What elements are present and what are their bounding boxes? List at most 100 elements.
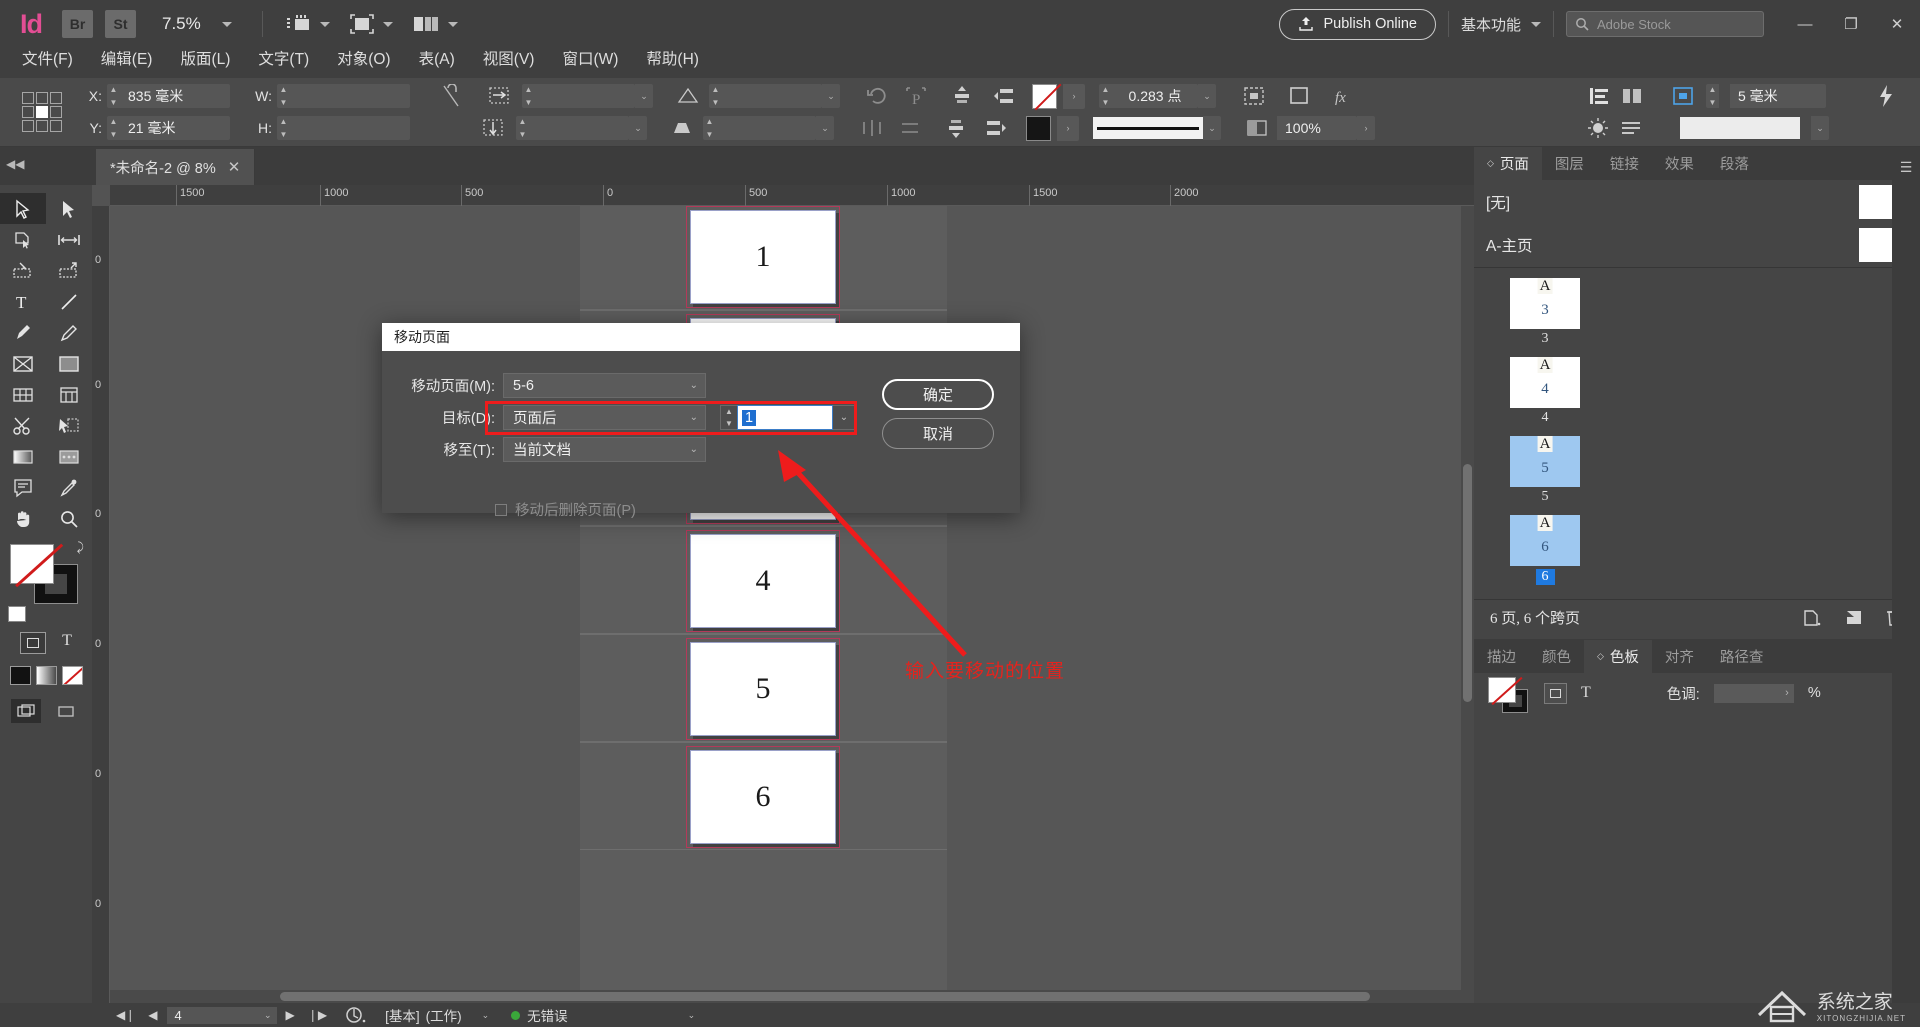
stock-button[interactable]: St (105, 10, 136, 38)
panel-strip-menu-icon[interactable]: ☰ (1892, 159, 1920, 176)
apply-gradient-icon[interactable] (36, 666, 57, 685)
flip-vertical-icon[interactable] (860, 116, 884, 140)
align-center-text-icon[interactable] (1621, 85, 1643, 107)
collapse-panel-icon[interactable]: ◀◀ (6, 157, 24, 171)
text-wrap-icon[interactable] (1242, 85, 1266, 107)
page-item-6[interactable]: A 6 6 (1510, 515, 1580, 585)
delete-after-move-row[interactable]: 移动后删除页面(P) (495, 499, 636, 520)
move-pages-select[interactable]: 5-6 ⌄ (503, 373, 706, 398)
swap-fill-stroke-icon[interactable]: ⤸ (77, 540, 84, 555)
chevron-down-icon[interactable] (448, 22, 458, 27)
page-thumbnail[interactable]: A 6 (1510, 515, 1580, 566)
master-item-none[interactable]: [无] (1474, 180, 1920, 223)
selection-tool[interactable] (0, 193, 46, 224)
swatches-fill-stroke[interactable] (1488, 677, 1530, 709)
tab-paragraph[interactable]: 段落 (1707, 147, 1762, 180)
swatches-fill-swatch[interactable] (1488, 677, 1516, 703)
menu-window[interactable]: 窗口(W) (548, 41, 632, 78)
scale-y-stepper[interactable]: ▲▼ (516, 116, 529, 140)
workspace-switcher[interactable]: 基本功能 (1461, 14, 1541, 35)
page-item-5[interactable]: A 5 5 (1510, 436, 1580, 505)
canvas-page[interactable]: 6 (690, 750, 836, 844)
menu-type[interactable]: 文字(T) (244, 41, 323, 78)
destination-number-input[interactable]: 1 (737, 405, 833, 430)
normal-mode-icon[interactable] (11, 699, 41, 723)
canvas-horizontal-scrollbar[interactable] (110, 990, 1474, 1003)
content-placer-tool[interactable] (46, 255, 92, 286)
stroke-weight-dropdown-icon[interactable]: ⌄ (1198, 84, 1216, 108)
stroke-weight-stepper[interactable]: ▲▼ (1099, 84, 1112, 108)
corner-stepper[interactable]: ▲▼ (1706, 84, 1719, 108)
gap-tool[interactable] (46, 224, 92, 255)
destination-select[interactable]: 页面后 ⌄ (503, 405, 706, 430)
chevron-down-icon[interactable] (383, 22, 393, 27)
destination-number-dropdown-icon[interactable]: ⌄ (833, 405, 856, 430)
menu-help[interactable]: 帮助(H) (632, 41, 713, 78)
tint-input[interactable]: › (1714, 684, 1794, 703)
page-item-4[interactable]: A 4 4 (1510, 357, 1580, 426)
distribute-icon[interactable] (990, 84, 1016, 108)
scale-x-icon[interactable] (488, 85, 512, 107)
next-page-icon[interactable]: ▶ (286, 1008, 295, 1022)
chevron-down-icon[interactable] (320, 22, 330, 27)
stroke-weight-field[interactable]: 0.283 点 (1112, 84, 1198, 108)
page-tool[interactable] (0, 224, 46, 255)
page-thumbnail[interactable]: A 5 (1510, 436, 1580, 487)
align-top-icon[interactable] (950, 84, 974, 108)
page-item-3[interactable]: A 3 3 (1510, 278, 1580, 347)
corner-options-icon[interactable] (1671, 85, 1695, 107)
chevron-down-icon[interactable]: ⌄ (264, 1010, 272, 1021)
destination-number-stepper[interactable]: ▲▼ (720, 405, 737, 430)
close-icon[interactable]: ✕ (228, 158, 241, 176)
tab-swatches[interactable]: ◇ 色板 (1584, 640, 1652, 673)
gradient-swatch-tool[interactable] (0, 441, 46, 472)
line-tool[interactable] (46, 286, 92, 317)
create-spread-icon[interactable] (1844, 609, 1864, 627)
shear-dropdown-icon[interactable]: ⌄ (816, 116, 834, 140)
scissors-tool[interactable] (0, 410, 46, 441)
opacity-dropdown-icon[interactable]: › (1357, 116, 1375, 140)
fill-stroke-controls[interactable]: ⤸ (10, 544, 82, 606)
tab-color[interactable]: 颜色 (1529, 640, 1584, 673)
vertical-ruler[interactable]: 0 0 0 0 0 0 (92, 206, 110, 1003)
zoom-tool[interactable] (46, 503, 92, 534)
eyedropper-tool[interactable] (46, 472, 92, 503)
y-stepper[interactable]: ▲▼ (107, 116, 120, 140)
stroke-dropdown-icon[interactable]: › (1057, 116, 1079, 141)
page-thumbnail[interactable]: A 3 (1510, 278, 1580, 329)
align-left-text-icon[interactable] (1588, 85, 1610, 107)
collapsed-panel-strip[interactable]: ☰ (1892, 147, 1920, 1003)
gradient-dropdown-icon[interactable]: ⌄ (1811, 116, 1829, 140)
zoom-level-value[interactable]: 7.5% (162, 14, 216, 34)
pen-tool[interactable] (0, 317, 46, 348)
stock-search-input[interactable]: Adobe Stock (1566, 11, 1764, 37)
page-nav-controls[interactable]: ◀❘ ◀ (116, 1008, 158, 1022)
menu-layout[interactable]: 版面(L) (166, 41, 244, 78)
chevron-down-icon[interactable]: ⌄ (688, 1010, 696, 1021)
apply-to-container-icon[interactable] (1544, 683, 1567, 704)
document-tab[interactable]: *未命名-2 @ 8% ✕ (96, 149, 255, 185)
delete-after-move-checkbox[interactable] (495, 504, 507, 516)
chevron-down-icon[interactable]: ⌄ (482, 1010, 490, 1021)
scissors-row-tool[interactable] (0, 379, 46, 410)
w-field[interactable] (290, 84, 410, 108)
apply-to-frame-icon[interactable] (20, 632, 46, 654)
fill-dropdown-icon[interactable]: › (1063, 84, 1085, 109)
scale-y-field[interactable] (529, 116, 629, 140)
apply-color-icon[interactable] (10, 666, 31, 685)
rectangle-tool[interactable] (46, 348, 92, 379)
bridge-button[interactable]: Br (62, 10, 93, 38)
rotate-stepper[interactable]: ▲▼ (709, 84, 722, 108)
constrain-proportions-icon[interactable] (440, 84, 462, 108)
flip-horizontal-icon[interactable]: P (904, 84, 928, 108)
page-nav-controls-next[interactable]: ▶ ❘▶ (286, 1008, 328, 1022)
first-page-icon[interactable]: ◀❘ (116, 1008, 135, 1022)
menu-edit[interactable]: 编辑(E) (87, 41, 167, 78)
hand-tool[interactable] (0, 503, 46, 534)
x-stepper[interactable]: ▲▼ (107, 84, 120, 108)
apply-to-text-icon[interactable]: T (1581, 684, 1591, 702)
h-stepper[interactable]: ▲▼ (277, 116, 290, 140)
scale-x-dropdown-icon[interactable]: ⌄ (635, 84, 653, 108)
corner-field[interactable]: 5 毫米 (1730, 84, 1826, 108)
shear-stepper[interactable]: ▲▼ (703, 116, 716, 140)
